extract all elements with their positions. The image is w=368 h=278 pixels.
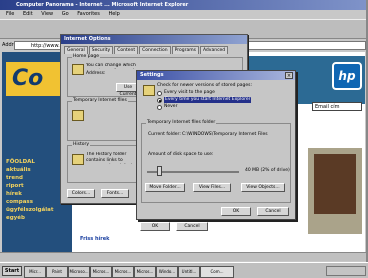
hp-logo[interactable]: hp xyxy=(332,62,362,90)
slider-value: 40 MB (2% of drive) xyxy=(245,168,290,173)
view-files-button[interactable]: View Files... xyxy=(193,183,231,192)
menu-favorites[interactable]: Favorites xyxy=(77,11,100,17)
radio-never[interactable] xyxy=(157,105,162,110)
options-cancel-button[interactable]: Cancel xyxy=(176,222,208,231)
group-label: History xyxy=(72,142,91,147)
settings-dialog: Settings × Check for newer versions of s… xyxy=(136,70,296,220)
tab-programs[interactable]: Programs xyxy=(171,46,199,54)
task-button[interactable]: Windo... xyxy=(156,266,178,278)
window-title: Computer Panorama - Internet ... Microso… xyxy=(16,2,189,8)
tab-advanced[interactable]: Advanced xyxy=(199,46,229,54)
tab-general[interactable]: General xyxy=(64,46,88,54)
start-button[interactable]: Start xyxy=(2,266,22,276)
temp-files-icon xyxy=(72,110,84,121)
nav-link[interactable]: FŐOLDAL xyxy=(6,158,68,166)
home-text: You can change which page to use for you… xyxy=(86,63,136,68)
tab-security[interactable]: Security xyxy=(88,46,114,54)
current-folder-value: C:\WINDOWS\Temporary Internet Files xyxy=(182,132,268,137)
radio-every-visit[interactable] xyxy=(157,91,162,96)
tab-strip: General Security Content Connection Programs… xyxy=(64,46,246,54)
nav-link[interactable]: trend xyxy=(6,174,68,182)
status-bar xyxy=(0,252,366,261)
nav-link[interactable]: egyéb xyxy=(6,214,68,222)
task-button[interactable]: Micr... xyxy=(24,266,46,278)
tab-content[interactable]: Content xyxy=(114,46,139,54)
task-button[interactable]: Untitl... xyxy=(178,266,200,278)
page-link[interactable]: Friss hírek xyxy=(80,236,200,245)
radio-label: Every time you start Internet Explorer xyxy=(164,97,252,103)
check-label: Check for newer versions of stored pages… xyxy=(157,83,253,88)
tab-connection[interactable]: Connection xyxy=(139,46,171,54)
radio-label: Every visit to the page xyxy=(164,90,215,95)
system-tray xyxy=(326,266,366,276)
menu-edit[interactable]: Edit xyxy=(23,11,33,17)
nav-link[interactable]: riport xyxy=(6,182,68,190)
nav-link[interactable]: ügyfélszolgálat xyxy=(6,206,68,214)
view-objects-button[interactable]: View Objects... xyxy=(241,183,285,192)
options-ok-button[interactable]: OK xyxy=(140,222,170,231)
promo-image xyxy=(314,154,356,214)
close-icon[interactable]: × xyxy=(285,72,293,79)
task-button[interactable]: Micros... xyxy=(90,266,112,278)
group-label: Temporary Internet files xyxy=(72,98,128,103)
fonts-button[interactable]: Fonts... xyxy=(101,189,129,198)
menu-help[interactable]: Help xyxy=(108,11,119,17)
history-icon xyxy=(72,154,84,165)
nav-link[interactable]: aktuális xyxy=(6,166,68,174)
menu-bar: File Edit View Go Favorites Help xyxy=(0,10,366,19)
colors-button[interactable]: Colors... xyxy=(67,189,95,198)
task-button[interactable]: Microso... xyxy=(68,266,90,278)
group-label: Home page xyxy=(72,54,100,59)
home-address-label: Address: xyxy=(86,71,106,76)
site-nav: FŐOLDAL aktuális trend riport hírek comp… xyxy=(6,158,68,238)
menu-view[interactable]: View xyxy=(41,11,53,17)
task-button[interactable]: Paint xyxy=(46,266,68,278)
nav-link[interactable]: compass xyxy=(6,198,68,206)
browser-title-bar[interactable]: Computer Panorama - Internet ... Microso… xyxy=(0,0,366,10)
dialog-title-bar[interactable]: Internet Options xyxy=(61,35,247,44)
address-label: Address xyxy=(2,42,22,48)
history-text: The History folder contains links to pag… xyxy=(86,152,127,163)
taskbar: Start Micr... Paint Microso... Micros...… xyxy=(0,262,368,278)
cancel-button[interactable]: Cancel xyxy=(257,207,289,216)
settings-icon xyxy=(143,85,155,96)
radio-every-start[interactable] xyxy=(157,98,162,103)
ok-button[interactable]: OK xyxy=(221,207,251,216)
task-button-active[interactable]: Com... xyxy=(200,266,234,278)
dialog-title: Internet Options xyxy=(64,36,111,42)
menu-file[interactable]: File xyxy=(6,11,14,17)
site-logo[interactable]: Co xyxy=(6,62,68,96)
disk-space-label: Amount of disk space to use: xyxy=(148,152,214,157)
promo-banner[interactable] xyxy=(308,148,362,234)
email-box[interactable]: Email cím xyxy=(312,102,362,111)
task-button[interactable]: Micros... xyxy=(134,266,156,278)
current-folder-label: Current folder: xyxy=(148,132,181,137)
home-icon xyxy=(72,64,84,75)
settings-title-bar[interactable]: Settings xyxy=(137,71,295,80)
nav-link[interactable]: hírek xyxy=(6,190,68,198)
group-label: Temporary Internet files folder xyxy=(146,120,217,125)
slider-thumb[interactable] xyxy=(156,166,162,176)
settings-title: Settings xyxy=(140,72,164,78)
menu-go[interactable]: Go xyxy=(62,11,69,17)
move-folder-button[interactable]: Move Folder... xyxy=(145,183,185,192)
radio-label: Never xyxy=(164,104,178,109)
task-button[interactable]: Micros... xyxy=(112,266,134,278)
